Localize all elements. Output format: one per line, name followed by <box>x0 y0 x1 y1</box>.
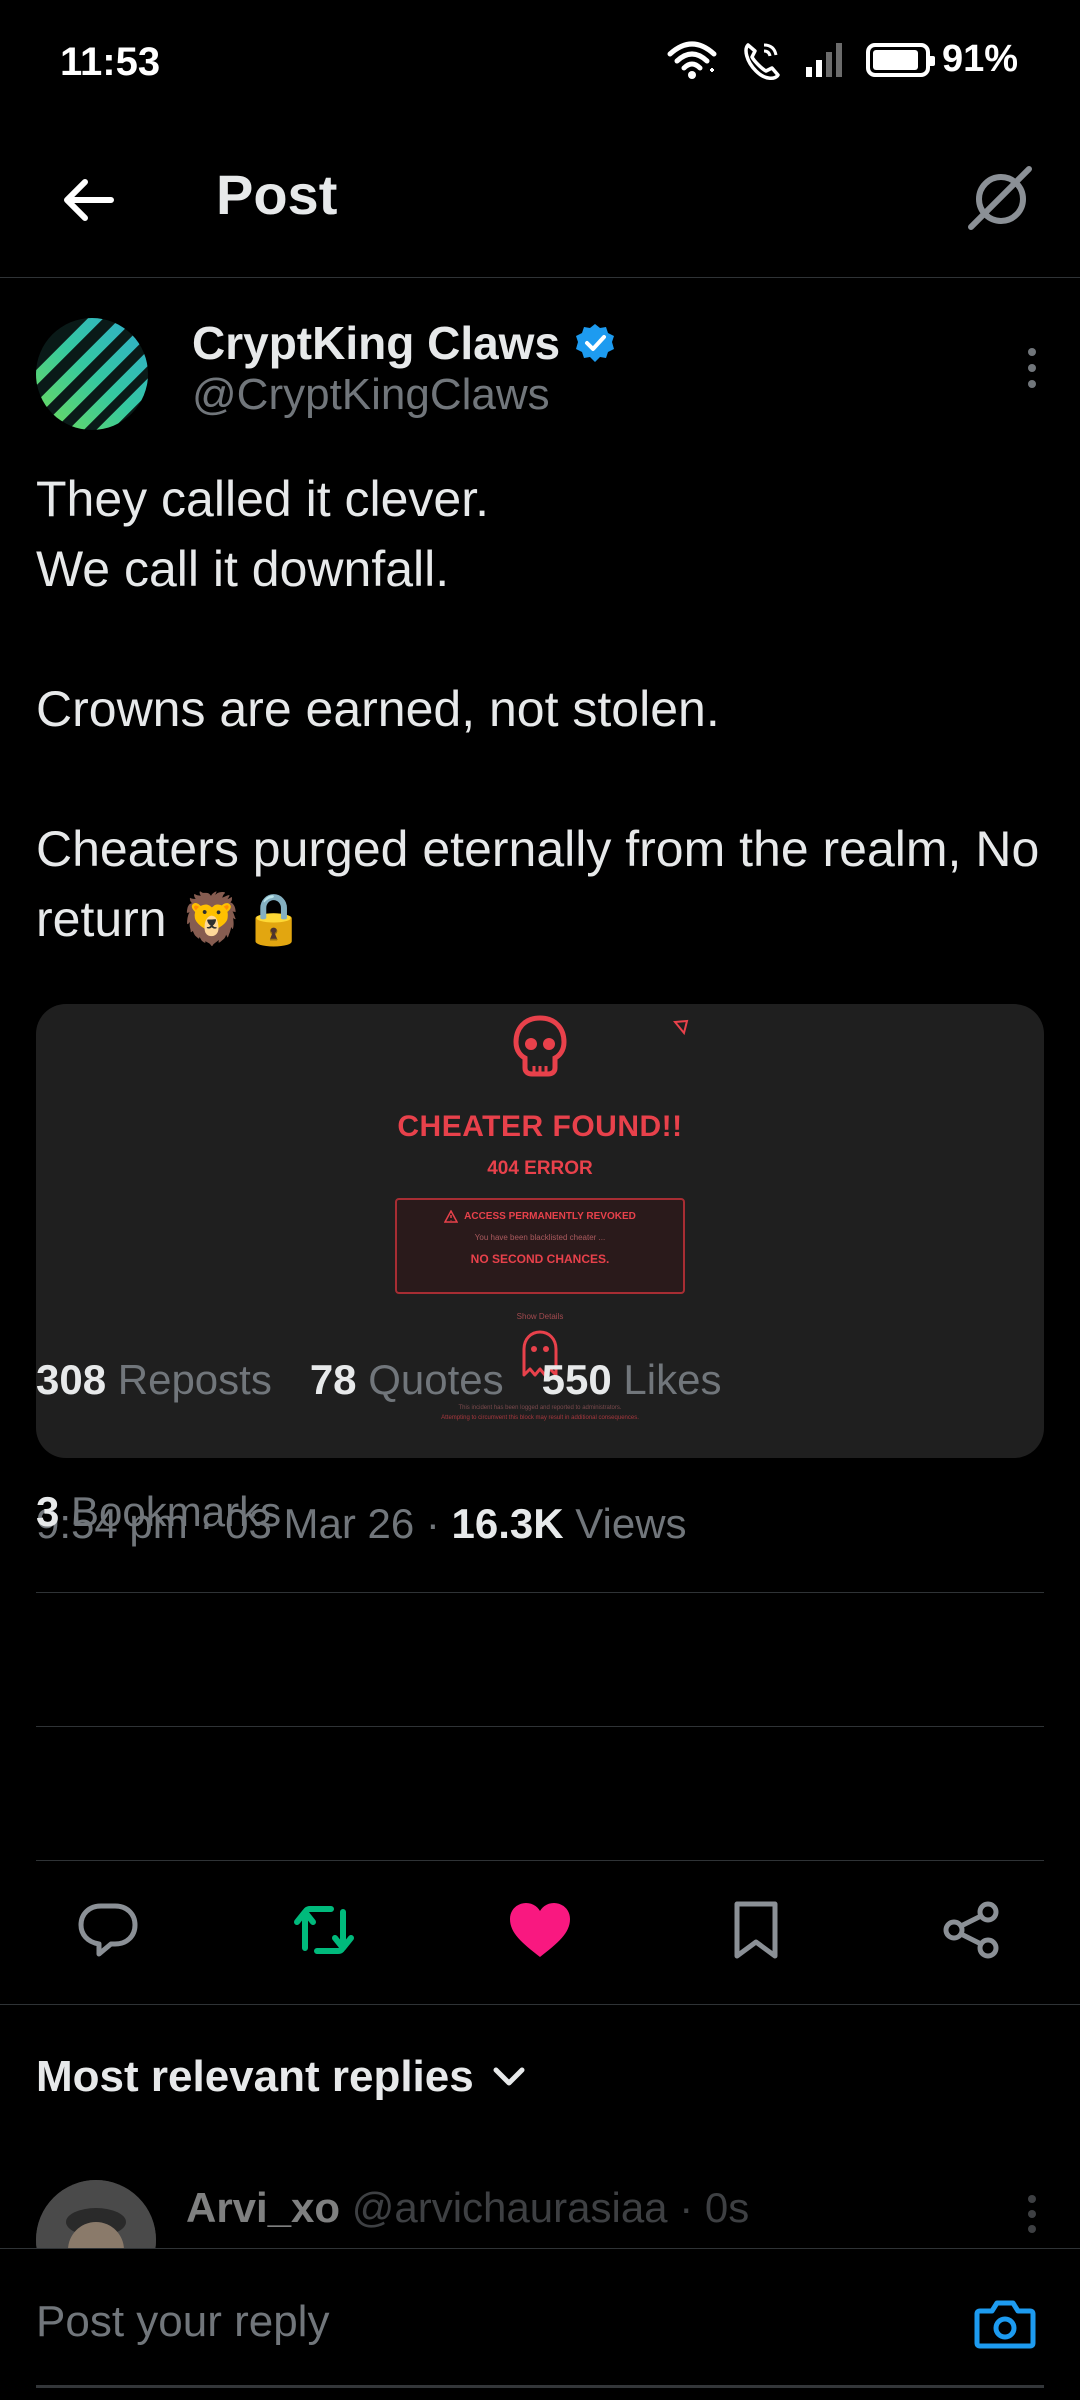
grok-button[interactable] <box>960 158 1040 238</box>
divider <box>36 1726 1044 1727</box>
reposts-stat[interactable]: 308 Reposts <box>36 1356 272 1404</box>
reply-avatar[interactable] <box>36 2180 156 2250</box>
repost-icon <box>294 1906 354 1954</box>
skull-icon <box>513 1015 567 1077</box>
chevron-down-icon <box>493 2067 525 2086</box>
share-icon <box>943 1901 999 1959</box>
reply-button[interactable] <box>68 1890 148 1970</box>
media-footer-note: This incident has been logged and report… <box>458 1405 622 1411</box>
like-button[interactable] <box>500 1890 580 1970</box>
bookmark-button[interactable] <box>716 1890 796 1970</box>
divider <box>36 1860 1044 1861</box>
media-error-code: 404 ERROR <box>487 1158 593 1179</box>
camera-icon <box>974 2300 1036 2349</box>
quotes-stat[interactable]: 78 Quotes <box>310 1356 504 1404</box>
likes-stat[interactable]: 550 Likes <box>542 1356 722 1404</box>
views-count: 16.3K <box>451 1500 564 1547</box>
reply-handle[interactable]: @arvichaurasiaa <box>352 2184 668 2231</box>
reply-input[interactable]: Post your reply <box>36 2297 329 2347</box>
views-label: Views <box>575 1500 687 1547</box>
media-footer-warning: Attempting to circumvent this block may … <box>441 1415 639 1421</box>
author-handle[interactable]: @CryptKingClaws <box>192 370 550 420</box>
bookmarks-label: Bookmarks <box>71 1488 282 1535</box>
battery-percent: 91% <box>941 38 1018 80</box>
signal-icon <box>805 42 842 77</box>
revoked-sub: You have been blacklisted cheater ... <box>474 1233 606 1242</box>
status-time: 11:53 <box>60 40 161 84</box>
author-name-text: CryptKing Claws <box>192 317 561 369</box>
status-icons: 91% <box>666 38 1018 81</box>
battery-icon <box>865 42 935 77</box>
wifi-icon <box>667 41 717 79</box>
page-title: Post <box>216 163 338 226</box>
verified-badge-icon <box>576 324 615 362</box>
camera-button[interactable] <box>970 2289 1040 2359</box>
revoked-heading-text: ACCESS PERMANENTLY REVOKED <box>464 1211 636 1222</box>
reply-icon <box>78 1903 138 1957</box>
share-button[interactable] <box>932 1890 1012 1970</box>
engagement-stats: 308 Reposts 78 Quotes 550 Likes <box>36 1356 721 1404</box>
author-avatar[interactable] <box>36 318 148 430</box>
battery-fill <box>872 49 919 70</box>
grok-icon <box>968 166 1032 230</box>
revoked-note: NO SECOND CHANCES. <box>470 1252 610 1266</box>
revoked-heading: ACCESS PERMANENTLY REVOKED <box>444 1210 636 1223</box>
divider <box>36 1592 1044 1593</box>
reply-author-name[interactable]: Arvi_xo <box>186 2184 340 2231</box>
arrow-left-icon <box>64 179 114 221</box>
avatar-image <box>36 318 148 430</box>
divider <box>0 2004 1080 2005</box>
reply-more-button[interactable] <box>1012 2192 1052 2236</box>
more-dots-icon <box>1028 348 1036 356</box>
show-details: Show Details <box>516 1312 564 1321</box>
bookmarks-stat[interactable]: 3 Bookmarks <box>36 1488 281 1536</box>
reply-header: Arvi_xo @arvichaurasiaa · 0s <box>186 2184 750 2231</box>
status-bar: 11:53 91% <box>0 0 1080 120</box>
replies-sort-dropdown[interactable]: Most relevant replies <box>36 2052 526 2102</box>
warning-icon <box>444 1210 459 1223</box>
reply-time: 0s <box>704 2184 750 2231</box>
bookmark-icon <box>734 1901 778 1959</box>
back-button[interactable] <box>48 160 128 240</box>
reply-avatar-image <box>36 2180 156 2250</box>
post-text: They called it clever. We call it downfa… <box>36 471 1040 947</box>
author-name[interactable]: CryptKing Claws <box>192 316 616 370</box>
top-app-bar: Post <box>0 120 1080 278</box>
reply-item[interactable]: Arvi_xo @arvichaurasiaa · 0s <box>0 2170 1080 2250</box>
reply-composer: Post your reply <box>0 2248 1080 2400</box>
revoked-box: ACCESS PERMANENTLY REVOKED You have been… <box>395 1198 685 1294</box>
wifi-call-icon <box>744 42 780 80</box>
repost-button[interactable] <box>284 1890 364 1970</box>
heart-icon <box>510 1903 570 1957</box>
composer-underline <box>36 2385 1044 2388</box>
media-title: CHEATER FOUND!! <box>397 1110 683 1143</box>
replies-sort-label: Most relevant replies <box>36 2052 474 2101</box>
more-dots-icon <box>1028 2195 1036 2203</box>
post-more-button[interactable] <box>1012 338 1052 398</box>
bookmarks-count: 3 <box>36 1488 60 1535</box>
